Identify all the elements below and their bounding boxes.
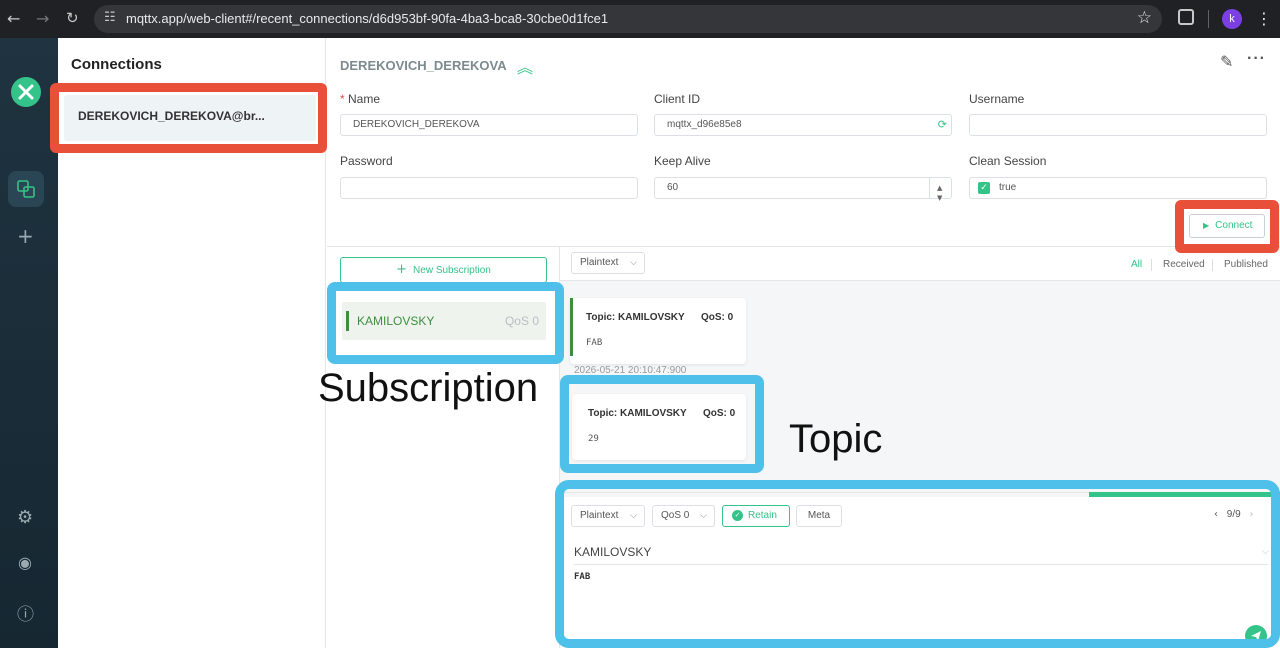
forward-icon[interactable]: → <box>36 9 49 28</box>
clean-session-label: Clean Session <box>969 154 1047 168</box>
browser-toolbar: ← → ↻ ☷ mqttx.app/web-client#/recent_con… <box>0 0 1280 38</box>
refresh-icon[interactable]: ⟳ <box>938 115 947 135</box>
name-label: * Name <box>340 92 381 106</box>
message-topic: Topic: KAMILOVSKY <box>586 312 685 323</box>
edit-icon[interactable]: ✎ <box>1220 52 1233 71</box>
client-id-input[interactable]: mqttx_d96e85e8 ⟳ <box>654 114 952 136</box>
add-icon[interactable]: + <box>17 224 34 248</box>
client-id-label: Client ID <box>654 92 701 106</box>
filter-divider <box>1212 259 1213 271</box>
message-accent-bar <box>570 298 573 356</box>
address-bar[interactable]: ☷ mqttx.app/web-client#/recent_connectio… <box>94 5 1162 33</box>
logo-icon <box>11 77 41 107</box>
messages-toolbar: Plaintext ⌵ All Received Published <box>560 247 1280 281</box>
reload-icon[interactable]: ↻ <box>66 9 79 27</box>
annotation-subscription-label: Subscription <box>318 366 539 410</box>
feed-icon[interactable]: ◉ <box>18 553 32 572</box>
annotation-topic-label: Topic <box>789 417 883 461</box>
filter-divider <box>1151 259 1152 271</box>
message-qos: QoS: 0 <box>701 312 734 323</box>
annotation-red-connect <box>1175 200 1279 253</box>
chevron-down-icon[interactable]: ▼ <box>937 188 942 208</box>
chevron-down-icon: ⌵ <box>630 258 637 268</box>
filter-received[interactable]: Received <box>1163 259 1205 270</box>
connections-icon[interactable] <box>8 171 44 207</box>
connections-title: Connections <box>71 56 162 73</box>
clean-session-value: true <box>999 182 1017 193</box>
keep-alive-input[interactable]: 60 ▲ ▼ <box>654 177 952 202</box>
menu-icon[interactable]: ⋮ <box>1256 9 1272 28</box>
connection-header: DEREKOVICH_DEREKOVA <box>340 58 507 73</box>
keep-alive-value: 60 <box>667 182 679 193</box>
toolbar-divider <box>1208 10 1209 28</box>
info-icon[interactable]: ⓘ <box>17 600 34 625</box>
username-label: Username <box>969 92 1025 106</box>
url-text: mqttx.app/web-client#/recent_connections… <box>126 11 609 26</box>
password-label: Password <box>340 154 393 168</box>
filter-all[interactable]: All <box>1131 259 1142 270</box>
back-icon[interactable]: ← <box>7 9 20 28</box>
new-subscription-button[interactable]: + New Subscription <box>340 257 547 283</box>
annotation-red-connection <box>50 83 327 153</box>
settings-icon[interactable]: ⚙ <box>17 507 33 528</box>
password-input[interactable] <box>340 177 638 199</box>
annotation-blue-publish <box>555 480 1280 648</box>
keep-alive-stepper[interactable]: ▲ ▼ <box>929 178 951 202</box>
new-subscription-label: New Subscription <box>413 265 491 276</box>
star-icon[interactable]: ☆ <box>1137 8 1152 28</box>
message-format-select[interactable]: Plaintext ⌵ <box>571 252 645 274</box>
clean-session-checkbox[interactable]: ✓ true <box>969 177 1267 199</box>
message-payload: FAB <box>586 338 603 348</box>
more-icon[interactable]: ··· <box>1247 50 1266 68</box>
annotation-blue-subscription <box>327 282 564 364</box>
annotation-blue-topic <box>560 375 764 473</box>
name-input[interactable]: DEREKOVICH_DEREKOVA <box>340 114 638 136</box>
username-input[interactable] <box>969 114 1267 136</box>
collapse-icon[interactable]: ︽ <box>517 54 533 78</box>
keep-alive-label: Keep Alive <box>654 154 711 168</box>
check-icon: ✓ <box>978 182 990 194</box>
filter-published[interactable]: Published <box>1224 259 1268 270</box>
site-settings-icon[interactable]: ☷ <box>104 10 116 25</box>
profile-avatar[interactable]: k <box>1222 9 1242 29</box>
message-format-value: Plaintext <box>580 257 619 268</box>
client-id-value: mqttx_d96e85e8 <box>667 119 742 130</box>
extensions-icon[interactable] <box>1178 9 1194 25</box>
message-card[interactable]: Topic: KAMILOVSKY QoS: 0 FAB <box>570 298 746 364</box>
plus-icon: + <box>396 262 408 277</box>
